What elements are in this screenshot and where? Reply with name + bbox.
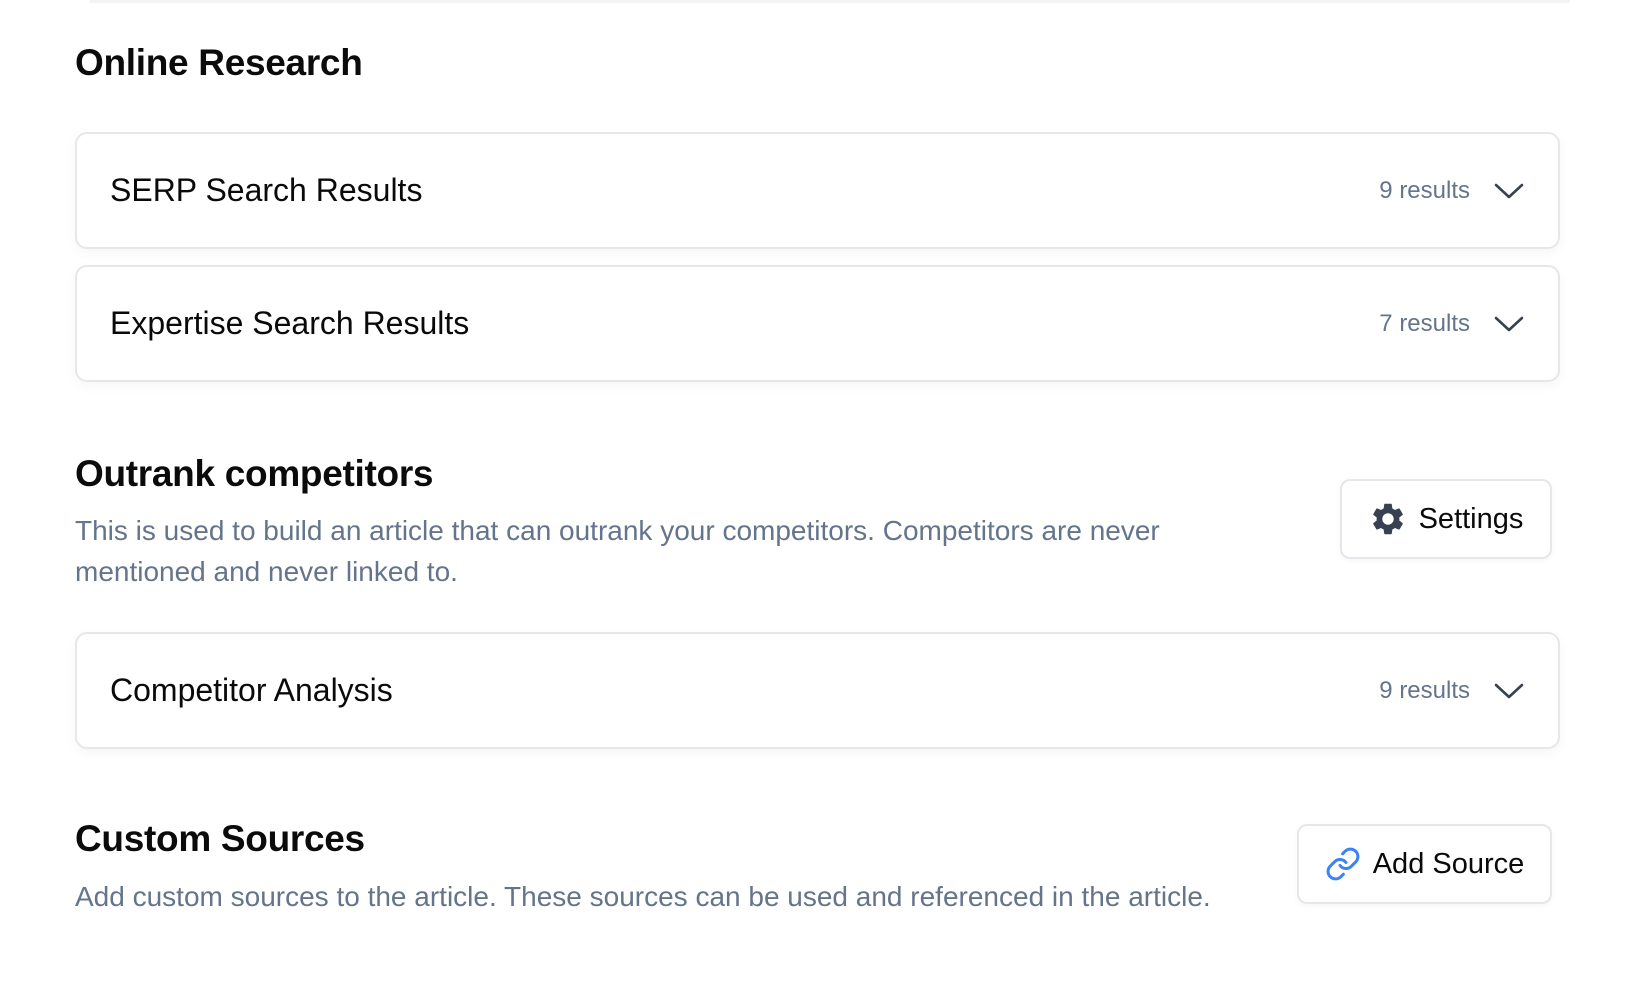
chevron-down-icon[interactable]: [1494, 182, 1524, 200]
outrank-competitors-title: Outrank competitors: [75, 453, 434, 494]
accordion-title: Expertise Search Results: [110, 305, 470, 341]
outrank-description-line-1: This is used to build an article that ca…: [75, 515, 1160, 546]
custom-sources-description: Add custom sources to the article. These…: [75, 881, 1211, 912]
settings-button-label: Settings: [1418, 502, 1524, 535]
accordion-serp-search-results[interactable]: SERP Search Results 9 results: [75, 132, 1560, 249]
page: Online Research SERP Search Results 9 re…: [0, 0, 1636, 1000]
outrank-description-line-2: mentioned and never linked to.: [75, 556, 458, 587]
accordion-title: Competitor Analysis: [110, 672, 393, 708]
accordion-competitor-analysis[interactable]: Competitor Analysis 9 results: [75, 632, 1560, 749]
chevron-down-icon[interactable]: [1494, 682, 1524, 700]
results-count: 9 results: [1379, 176, 1470, 204]
outrank-description: This is used to build an article that ca…: [75, 510, 1255, 592]
gear-icon: [1369, 500, 1407, 538]
chevron-down-icon[interactable]: [1494, 315, 1524, 333]
custom-sources-title: Custom Sources: [75, 818, 365, 859]
online-research-title: Online Research: [75, 42, 363, 83]
top-divider: [90, 0, 1570, 3]
accordion-title: SERP Search Results: [110, 172, 423, 208]
add-source-button-label: Add Source: [1372, 847, 1525, 880]
settings-button[interactable]: Settings: [1340, 479, 1552, 559]
add-source-button[interactable]: Add Source: [1297, 824, 1552, 904]
results-count: 9 results: [1379, 676, 1470, 704]
results-count: 7 results: [1379, 309, 1470, 337]
link-icon: [1325, 846, 1361, 882]
accordion-expertise-search-results[interactable]: Expertise Search Results 7 results: [75, 265, 1560, 382]
